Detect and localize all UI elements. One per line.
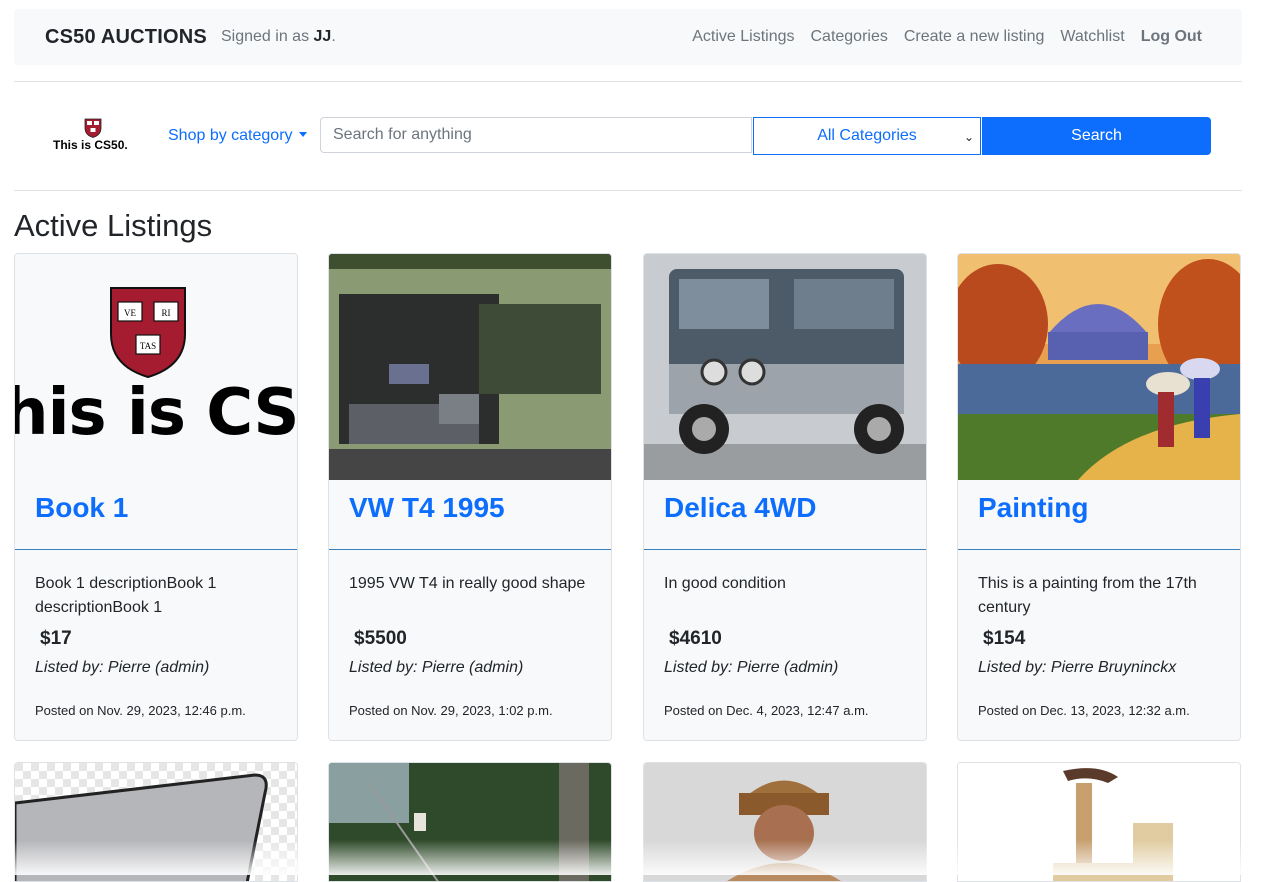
listing-card: Delica 4WD In good condition $4610 Liste… [643,253,927,741]
listing-price: $5500 [354,628,407,649]
listing-owner: Listed by: Pierre (admin) [35,659,210,676]
listing-title[interactable]: Painting [978,492,1088,524]
listing-posted-date: Posted on Nov. 29, 2023, 12:46 p.m. [35,703,246,718]
laptop-photo [15,763,297,881]
listing-card: VE RI TAS his is CS50 Book 1 Book 1 desc… [14,253,298,741]
search-button[interactable]: Search [982,117,1211,155]
page-title: Active Listings [14,208,213,243]
signed-in-prefix: Signed in as [221,28,310,45]
listing-owner: Listed by: Pierre (admin) [664,659,839,676]
svg-text:TAS: TAS [140,341,156,351]
listing-image[interactable] [644,254,926,480]
category-select-value: All Categories [817,127,917,144]
top-navbar: CS50 AUCTIONS Signed in as JJ. Active Li… [14,9,1242,65]
listing-card[interactable] [643,762,927,882]
card-divider [958,549,1240,550]
search-input[interactable] [320,117,752,153]
listing-title[interactable]: Delica 4WD [664,492,817,524]
listing-card[interactable] [328,762,612,882]
nav-logout[interactable]: Log Out [1141,28,1202,46]
listing-image[interactable] [329,254,611,480]
listing-title[interactable]: Book 1 [35,492,128,524]
nav-active-listings[interactable]: Active Listings [692,28,794,46]
listing-price: $154 [983,628,1026,649]
logo-text: This is CS50. [53,138,128,152]
listing-image[interactable] [958,254,1240,480]
nav-create-listing[interactable]: Create a new listing [904,28,1045,46]
listing-description: In good condition [664,575,786,592]
category-select[interactable]: All Categories ⌄ [753,117,981,155]
signed-in-status: Signed in as JJ. [221,28,336,46]
nav-watchlist[interactable]: Watchlist [1060,28,1124,46]
listing-card[interactable] [957,762,1241,882]
listing-owner: Listed by: Pierre (admin) [349,659,524,676]
username: JJ [313,28,332,45]
card-divider [644,549,926,550]
listing-card: VW T4 1995 1995 VW T4 in really good sha… [328,253,612,741]
signed-in-suffix: . [331,28,336,45]
painting-photo [958,254,1240,480]
card-divider [329,549,611,550]
listing-card: Painting This is a painting from the 17t… [957,253,1241,741]
listing-posted-date: Posted on Dec. 13, 2023, 12:32 a.m. [978,703,1190,718]
listing-price: $4610 [669,628,722,649]
listing-title[interactable]: VW T4 1995 [349,492,505,524]
card-divider [15,549,297,550]
listing-description: 1995 VW T4 in really good shape [349,575,586,592]
divider [14,190,1242,191]
listing-description: Book 1 descriptionBook 1 descriptionBook… [35,575,217,616]
harvard-shield-icon [84,118,102,138]
svg-text:VE: VE [124,308,136,318]
brand-logo[interactable]: CS50 AUCTIONS [45,26,207,49]
beanie-photo [644,763,926,881]
cat-tree-photo [958,763,1240,881]
nav-links: Active Listings Categories Create a new … [676,28,1202,46]
nav-categories[interactable]: Categories [810,28,887,46]
listing-owner: Listed by: Pierre Bruyninckx [978,659,1177,676]
logo-big-text: his is CS50 [15,376,297,450]
shop-by-category-dropdown[interactable]: Shop by category [168,127,307,145]
listing-card[interactable] [14,762,298,882]
listing-price: $17 [40,628,72,649]
svg-text:RI: RI [162,308,171,318]
divider [14,81,1242,82]
chevron-down-icon: ⌄ [963,130,974,144]
cs50-logo[interactable]: This is CS50. [53,118,139,154]
caret-down-icon [298,132,307,137]
listing-posted-date: Posted on Nov. 29, 2023, 1:02 p.m. [349,703,553,718]
van-photo [329,254,611,480]
delica-photo [644,254,926,480]
outdoor-photo [329,763,611,881]
listing-posted-date: Posted on Dec. 4, 2023, 12:47 a.m. [664,703,869,718]
listing-description: This is a painting from the 17th century [978,575,1197,616]
shop-by-category-label: Shop by category [168,127,293,144]
listing-image[interactable]: VE RI TAS his is CS50 [15,254,297,480]
